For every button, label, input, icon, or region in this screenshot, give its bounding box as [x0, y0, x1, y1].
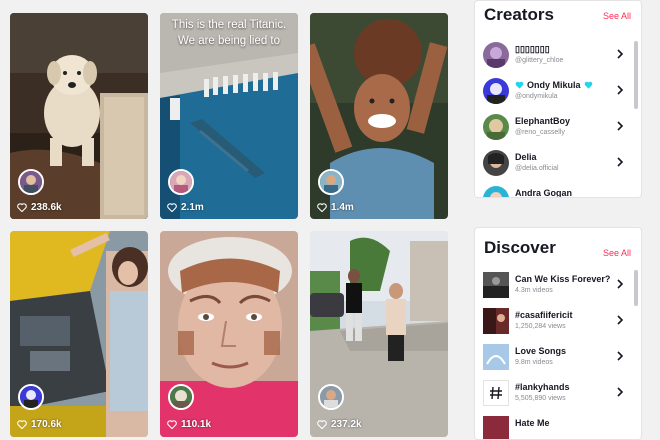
heart-emoji-icon [515, 81, 524, 89]
discover-item[interactable]: Hate Me [483, 415, 633, 439]
chevron-right-icon [617, 387, 624, 397]
video-card[interactable]: 238.6k [10, 13, 148, 219]
creator-handle: @ondymikula [515, 93, 558, 100]
discover-item[interactable]: Can We Kiss Forever? 4.3m videos [483, 271, 633, 307]
chevron-right-icon [617, 49, 624, 59]
chevron-right-icon [617, 279, 624, 289]
creator-item[interactable]: ElephantBoy @reno_casselly [483, 113, 633, 149]
discover-item-name: #casafiifericit [515, 310, 573, 320]
chevron-right-icon [617, 315, 624, 325]
heart-icon [167, 420, 177, 429]
like-count: 1.4m [317, 202, 354, 213]
creator-avatar [483, 78, 509, 104]
like-count-value: 1.4m [331, 202, 354, 213]
discover-item[interactable]: #lankyhands 5,505,890 views [483, 379, 633, 415]
creator-item[interactable]: ▯▯▯▯▯▯▯ @glittery_chloe [483, 41, 633, 77]
creator-item[interactable]: Delia @delia.official [483, 149, 633, 185]
creator-item[interactable]: Ondy Mikula @ondymikula [483, 77, 633, 113]
like-count-value: 110.1k [181, 419, 212, 430]
discover-item-name: #lankyhands [515, 382, 570, 392]
creator-name: ▯▯▯▯▯▯▯ [515, 44, 550, 54]
discover-item-meta: 4.3m videos [515, 287, 553, 294]
creator-avatar[interactable] [168, 384, 194, 410]
like-count-value: 237.2k [331, 419, 362, 430]
discover-item-meta: 1,250,284 views [515, 323, 566, 330]
discover-item[interactable]: Love Songs 9.8m videos [483, 343, 633, 379]
discover-see-all-link[interactable]: See All [603, 248, 631, 258]
chevron-right-icon [617, 121, 624, 131]
creators-see-all-link[interactable]: See All [603, 11, 631, 21]
caption-line: This is the real Titanic. [171, 19, 287, 31]
creator-avatar [483, 42, 509, 68]
discover-item-meta: 5,505,890 views [515, 395, 566, 402]
discover-panel: Discover See All Can We Kiss Forever? 4.… [474, 227, 642, 440]
video-card[interactable]: 237.2k [310, 231, 448, 437]
video-card[interactable]: 170.6k [10, 231, 148, 437]
video-grid: 238.6k This is the real Titanic. We are … [0, 0, 460, 440]
like-count: 237.2k [317, 419, 362, 430]
chevron-right-icon [617, 157, 624, 167]
creator-name: Delia [515, 152, 537, 162]
creator-handle: @reno_casselly [515, 129, 565, 136]
creator-avatar[interactable] [318, 169, 344, 195]
caption-line: We are being lied to [177, 35, 281, 47]
heart-icon [317, 203, 327, 212]
heart-icon [17, 420, 27, 429]
creator-avatar[interactable] [318, 384, 344, 410]
like-count: 110.1k [167, 419, 211, 430]
heart-icon [317, 420, 327, 429]
like-count-value: 170.6k [31, 419, 62, 430]
like-count-value: 2.1m [181, 202, 204, 213]
music-thumb-icon [483, 344, 509, 370]
discover-item-meta: 9.8m videos [515, 359, 553, 366]
creators-title: Creators [484, 5, 554, 24]
video-caption: This is the real Titanic. We are being l… [160, 17, 298, 49]
like-count: 2.1m [167, 202, 204, 213]
music-thumb-icon [483, 272, 509, 298]
music-thumb-icon [483, 416, 509, 439]
creator-item[interactable]: Andra Gogan [483, 185, 633, 198]
creator-avatar[interactable] [18, 169, 44, 195]
discover-item[interactable]: #casafiifericit 1,250,284 views [483, 307, 633, 343]
chevron-right-icon [617, 85, 624, 95]
creator-name: Andra Gogan [515, 188, 573, 198]
chevron-right-icon [617, 351, 624, 361]
creator-name-row: Ondy Mikula [515, 80, 593, 90]
video-card[interactable]: This is the real Titanic. We are being l… [160, 13, 298, 219]
like-count: 238.6k [17, 202, 62, 213]
discover-item-name: Love Songs [515, 346, 567, 356]
creator-name: ElephantBoy [515, 116, 571, 126]
creator-avatar [483, 150, 509, 176]
like-count-value: 238.6k [31, 202, 62, 213]
like-count: 170.6k [17, 419, 62, 430]
discover-item-name: Can We Kiss Forever? [515, 274, 611, 284]
heart-icon [167, 203, 177, 212]
creator-avatar [483, 186, 509, 197]
discover-title: Discover [484, 238, 556, 257]
hashtag-icon [483, 380, 509, 406]
heart-icon [17, 203, 27, 212]
video-card[interactable]: 1.4m [310, 13, 448, 219]
creator-avatar[interactable] [168, 169, 194, 195]
creators-scrollbar[interactable] [634, 41, 638, 109]
creator-handle: @delia.official [515, 165, 559, 172]
creator-name: Ondy Mikula [527, 80, 581, 90]
video-card[interactable]: 110.1k [160, 231, 298, 437]
video-thumb-icon [483, 308, 509, 334]
discover-scrollbar[interactable] [634, 270, 638, 306]
discover-item-name: Hate Me [515, 418, 550, 428]
creator-avatar [483, 114, 509, 140]
creator-avatar[interactable] [18, 384, 44, 410]
creator-handle: @glittery_chloe [515, 57, 564, 64]
heart-emoji-icon [584, 81, 592, 89]
creators-panel: Creators See All ▯▯▯▯▯▯▯ @glittery_chloe… [474, 0, 642, 198]
